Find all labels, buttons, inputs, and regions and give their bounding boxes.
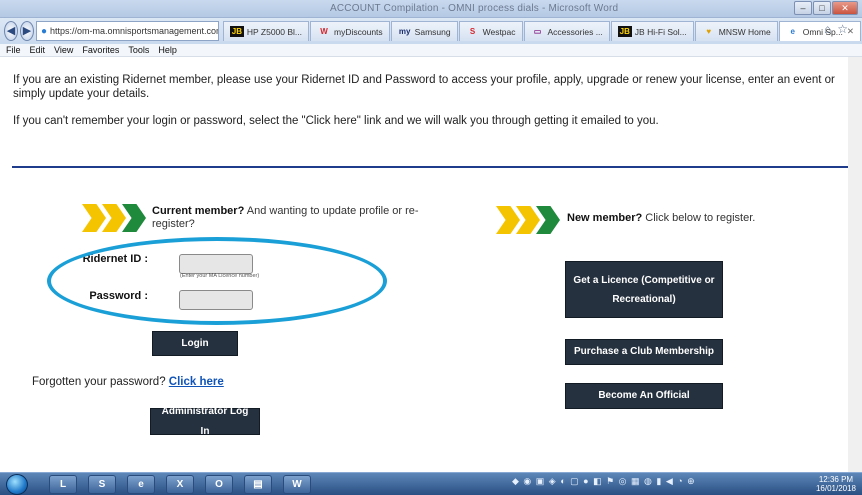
taskbar-app-ie[interactable]: e <box>127 475 155 494</box>
address-bar[interactable]: ● https://om-ma.omnisportsmanagement.com… <box>35 21 219 41</box>
windows-taskbar: L S e X O ▤ W ◆ ◉ ▣ ◈ ◐ ▢ ● ◧ ⚑ ◎ ▦ ◍ ▮ … <box>0 472 862 495</box>
window-controls: – □ ✕ <box>794 1 858 15</box>
tab-accessories[interactable]: ▭ Accessories ... <box>523 21 610 41</box>
taskbar-app-word[interactable]: W <box>283 475 311 494</box>
tab-label: HP Z5000 Bl... <box>246 26 303 37</box>
system-tray-icons[interactable]: ◆ ◉ ▣ ◈ ◐ ▢ ● ◧ ⚑ ◎ ▦ ◍ ▮ ◀ ◔ ⊕ <box>512 476 696 487</box>
home-favorites-icons[interactable]: ⌂☆ <box>824 22 854 36</box>
menu-view[interactable]: View <box>54 44 73 56</box>
tab-strip: JB HP Z5000 Bl... WmyDiscounts my Samsung … <box>222 21 862 41</box>
ie-page-icon: ● <box>40 25 47 37</box>
tab-label: Accessories ... <box>547 26 603 37</box>
highlight-oval <box>47 237 387 325</box>
new-member-heading: New member? Click below to register. <box>567 212 755 224</box>
ridernet-id-label: Ridernet ID : <box>82 253 148 265</box>
click-here-link[interactable]: Click here <box>169 376 224 388</box>
tab-label: myDiscounts <box>334 26 383 37</box>
administrator-login-button[interactable]: Administrator Log In <box>150 406 260 437</box>
taskbar-app-excel[interactable]: X <box>166 475 194 494</box>
tab-label: Westpac <box>482 26 516 37</box>
clock-time: 12:36 PM <box>818 475 854 484</box>
close-icon[interactable]: ✕ <box>832 1 858 15</box>
taskbar-clock[interactable]: 12:36 PM 16/01/2018 <box>816 475 856 493</box>
licence-hint: (Enter your MA Licence number) <box>180 273 260 279</box>
taskbar-app-lync[interactable]: L <box>49 475 77 494</box>
get-licence-button[interactable]: Get a Licence (Competitive or Recreation… <box>565 261 723 318</box>
minimize-icon[interactable]: – <box>794 1 812 15</box>
tab-label: MNSW Home <box>718 26 771 37</box>
back-button[interactable]: ◀ <box>4 21 18 41</box>
westpac-tab-icon: S <box>469 27 476 36</box>
forgot-password-text: Forgotten your password? <box>32 376 169 388</box>
current-member-heading: Current member? And wanting to update pr… <box>152 205 442 231</box>
chevron-arrows-icon <box>82 204 148 232</box>
menu-tools[interactable]: Tools <box>128 44 149 56</box>
clock-date: 16/01/2018 <box>815 484 856 493</box>
become-official-button[interactable]: Become An Official <box>565 383 723 409</box>
licence-hint-text: Enter your MA Licence number <box>181 273 258 279</box>
tab-label: Samsung <box>414 26 451 37</box>
browser-navbar: ◀ ▶ ● https://om-ma.omnisportsmanagement… <box>0 18 862 44</box>
menu-help[interactable]: Help <box>158 44 177 56</box>
samsung-tab-icon: my <box>398 27 411 36</box>
menu-edit[interactable]: Edit <box>30 44 46 56</box>
current-member-bold: Current member? <box>152 205 245 217</box>
login-button[interactable]: Login <box>152 331 238 356</box>
menu-file[interactable]: File <box>6 44 21 56</box>
taskbar-app-skype[interactable]: S <box>88 475 116 494</box>
tab-mnsw-home[interactable]: ♥ MNSW Home <box>694 21 778 41</box>
menu-bar: File Edit View Favorites Tools Help <box>0 44 862 57</box>
intro-paragraph: If you are an existing Ridernet member, … <box>13 74 835 100</box>
password-input[interactable] <box>179 290 253 310</box>
window-titlebar: ACCOUNT Compilation - OMNI process dials… <box>0 0 862 18</box>
section-divider <box>12 166 848 168</box>
new-member-bold: New member? <box>567 212 643 224</box>
accessories-tab-icon: ▭ <box>533 27 542 36</box>
help-paragraph: If you can't remember your login or pass… <box>13 115 659 127</box>
mydiscounts-tab-icon: W <box>320 27 328 36</box>
password-label: Password : <box>89 290 148 302</box>
tab-hp-z5000[interactable]: JB HP Z5000 Bl... <box>222 21 310 41</box>
jb-tab-icon: JB <box>229 26 244 37</box>
page-content: If you are an existing Ridernet member, … <box>0 57 862 472</box>
menu-favorites[interactable]: Favorites <box>82 44 119 56</box>
tab-mydiscounts[interactable]: WmyDiscounts <box>310 21 390 41</box>
tab-samsung[interactable]: my Samsung <box>390 21 458 41</box>
ie-tab-icon: e <box>790 27 795 36</box>
mnsw-tab-icon: ♥ <box>706 27 712 36</box>
taskbar-app-outlook[interactable]: O <box>205 475 233 494</box>
taskbar-app-explorer[interactable]: ▤ <box>244 475 272 494</box>
ridernet-id-input[interactable] <box>179 254 253 274</box>
tab-westpac[interactable]: S Westpac <box>458 21 523 41</box>
new-member-text: Click below to register. <box>642 212 756 224</box>
jb-tab-icon: JB <box>617 26 632 37</box>
forgot-password-line: Forgotten your password? Click here <box>32 376 224 388</box>
forward-button[interactable]: ▶ <box>19 21 34 41</box>
url-text: https://om-ma.omnisportsmanagement.com/M… <box>49 26 218 36</box>
maximize-icon[interactable]: □ <box>813 1 831 15</box>
start-button[interactable] <box>6 474 28 495</box>
club-membership-button[interactable]: Purchase a Club Membership <box>565 339 723 365</box>
tab-jbhifi[interactable]: JB JB Hi-Fi Sol... <box>610 21 694 41</box>
window-title: ACCOUNT Compilation - OMNI process dials… <box>330 3 619 14</box>
tab-label: JB Hi-Fi Sol... <box>634 26 687 37</box>
chevron-arrows-icon <box>496 206 562 234</box>
